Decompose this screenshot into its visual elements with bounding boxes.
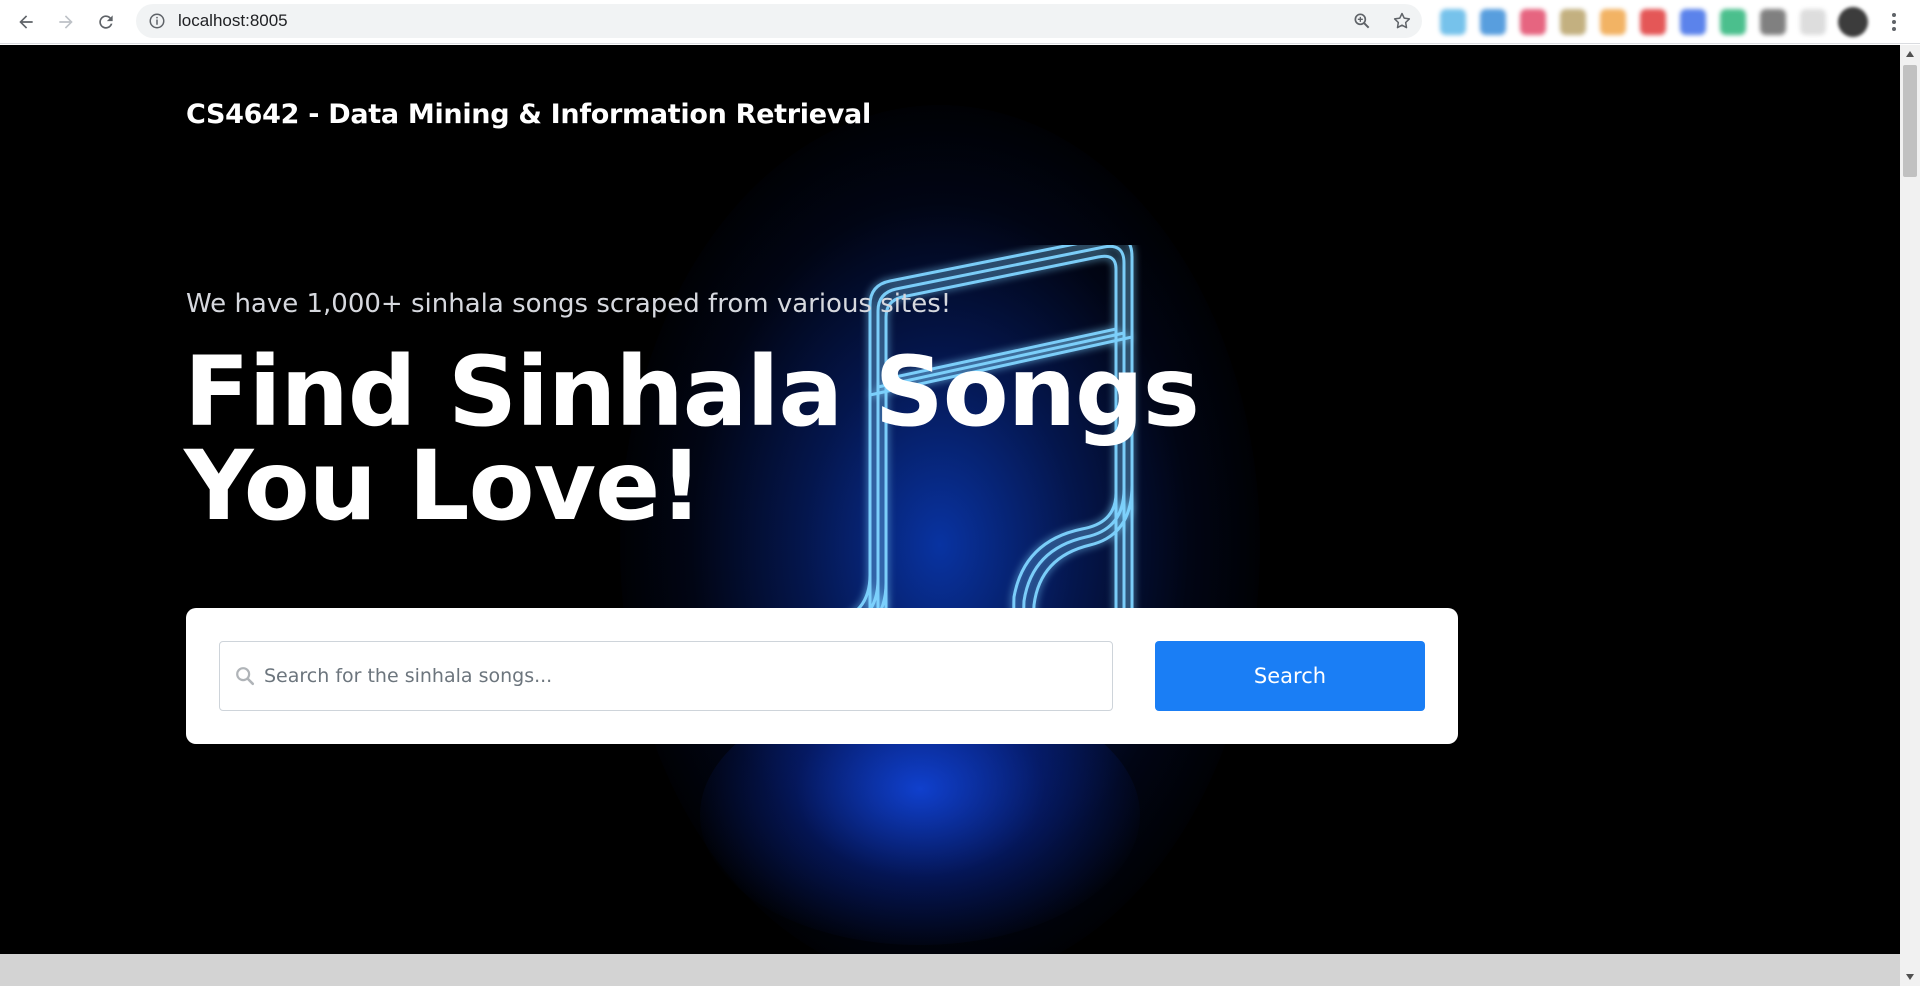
extension-icon[interactable] [1640, 9, 1666, 35]
hero-tagline: We have 1,000+ sinhala songs scraped fro… [186, 289, 952, 319]
info-icon[interactable] [148, 12, 166, 30]
scroll-down-button[interactable] [1900, 968, 1920, 986]
browser-menu-button[interactable] [1884, 8, 1904, 36]
extension-icon[interactable] [1760, 9, 1786, 35]
back-arrow-icon [19, 14, 33, 29]
bookmark-star-icon[interactable] [1392, 11, 1412, 31]
url-text[interactable]: localhost:8005 [178, 11, 288, 31]
extension-icon[interactable] [1480, 9, 1506, 35]
address-bar[interactable]: localhost:8005 [136, 4, 1422, 38]
hero-section: CS4642 - Data Mining & Information Retri… [0, 45, 1900, 954]
extension-icon[interactable] [1720, 9, 1746, 35]
zoom-icon[interactable] [1352, 11, 1372, 31]
scroll-down-arrow-icon [1906, 974, 1914, 980]
extension-icon[interactable] [1560, 9, 1586, 35]
reload-icon [99, 14, 113, 29]
search-icon [236, 667, 255, 686]
extension-icon[interactable] [1440, 9, 1466, 35]
reload-button[interactable] [86, 2, 126, 42]
course-title: CS4642 - Data Mining & Information Retri… [186, 99, 871, 130]
hero-title: Find Sinhala Songs You Love! [184, 336, 1200, 542]
extension-icon[interactable] [1520, 9, 1546, 35]
page-scrollbar[interactable] [1900, 45, 1920, 986]
scroll-thumb[interactable] [1903, 65, 1917, 177]
search-input[interactable] [264, 665, 1104, 687]
scroll-up-arrow-icon [1906, 51, 1914, 57]
extension-icon[interactable] [1600, 9, 1626, 35]
search-button[interactable]: Search [1155, 641, 1425, 711]
forward-button[interactable] [46, 2, 86, 42]
footer-strip [0, 954, 1900, 986]
extension-icon[interactable] [1680, 9, 1706, 35]
browser-toolbar: localhost:8005 [0, 0, 1920, 44]
scroll-up-button[interactable] [1900, 45, 1920, 63]
back-button[interactable] [6, 2, 46, 42]
forward-arrow-icon [59, 14, 73, 29]
search-field[interactable] [219, 641, 1113, 711]
extension-icon[interactable] [1800, 9, 1826, 35]
profile-avatar[interactable] [1838, 7, 1868, 37]
search-card: Search [186, 608, 1458, 744]
